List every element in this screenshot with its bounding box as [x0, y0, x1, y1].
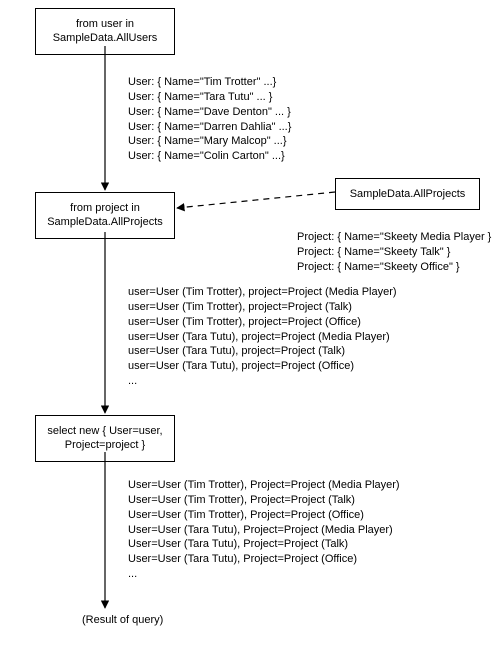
box-sampledata-allprojects: SampleData.AllProjects [335, 178, 480, 210]
pair-line: user=User (Tara Tutu), project=Project (… [128, 359, 397, 374]
pair-line: user=User (Tim Trotter), project=Project… [128, 315, 397, 330]
list-joined-pairs: user=User (Tim Trotter), project=Project… [128, 285, 397, 389]
user-line: User: { Name="Dave Denton" ... } [128, 105, 291, 120]
pair-line: user=User (Tara Tutu), project=Project (… [128, 344, 397, 359]
box-from-users: from user inSampleData.AllUsers [35, 8, 175, 55]
box-from-projects: from project inSampleData.AllProjects [35, 192, 175, 239]
user-line: User: { Name="Tara Tutu" ... } [128, 90, 291, 105]
pair-line: user=User (Tim Trotter), project=Project… [128, 300, 397, 315]
box-from-projects-text: from project inSampleData.AllProjects [47, 202, 163, 228]
result-of-query-label: (Result of query) [82, 614, 163, 626]
pair-line: ... [128, 374, 397, 389]
selected-line: User=User (Tim Trotter), Project=Project… [128, 508, 400, 523]
arrow-projects-source-dashed [177, 192, 335, 208]
project-line: Project: { Name="Skeety Talk" } [297, 245, 491, 260]
box-sampledata-allprojects-text: SampleData.AllProjects [350, 188, 466, 200]
box-select-text: select new { User=user,Project=project } [47, 425, 162, 451]
list-users: User: { Name="Tim Trotter" ...} User: { … [128, 75, 291, 164]
selected-line: ... [128, 567, 400, 582]
selected-line: User=User (Tara Tutu), Project=Project (… [128, 537, 400, 552]
user-line: User: { Name="Darren Dahlia" ...} [128, 120, 291, 135]
user-line: User: { Name="Mary Malcop" ...} [128, 134, 291, 149]
selected-line: User=User (Tim Trotter), Project=Project… [128, 493, 400, 508]
user-line: User: { Name="Colin Carton" ...} [128, 149, 291, 164]
box-from-users-text: from user inSampleData.AllUsers [53, 18, 158, 44]
list-selected: User=User (Tim Trotter), Project=Project… [128, 478, 400, 582]
list-projects: Project: { Name="Skeety Media Player } P… [297, 230, 491, 275]
user-line: User: { Name="Tim Trotter" ...} [128, 75, 291, 90]
project-line: Project: { Name="Skeety Media Player } [297, 230, 491, 245]
project-line: Project: { Name="Skeety Office" } [297, 260, 491, 275]
box-select: select new { User=user,Project=project } [35, 415, 175, 462]
selected-line: User=User (Tara Tutu), Project=Project (… [128, 552, 400, 567]
selected-line: User=User (Tara Tutu), Project=Project (… [128, 523, 400, 538]
pair-line: user=User (Tara Tutu), project=Project (… [128, 330, 397, 345]
pair-line: user=User (Tim Trotter), project=Project… [128, 285, 397, 300]
selected-line: User=User (Tim Trotter), Project=Project… [128, 478, 400, 493]
